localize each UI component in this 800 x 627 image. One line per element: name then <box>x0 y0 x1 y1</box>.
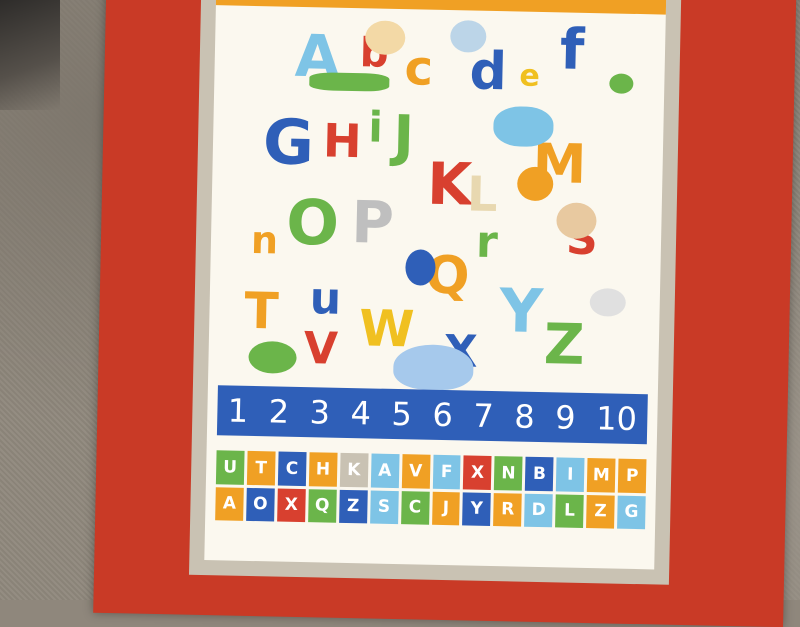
top-strip <box>215 0 667 15</box>
letter-tile: Y <box>462 491 492 527</box>
alphabet-letter: r <box>475 216 499 269</box>
alphabet-letter: Y <box>498 276 544 348</box>
letter-tile: F <box>432 454 461 489</box>
number-label: 1 <box>227 391 249 430</box>
zebra <box>589 288 627 317</box>
alphabet-letter: i <box>367 102 384 152</box>
letter-tile: C <box>277 451 307 486</box>
letter-tile: R <box>493 492 523 527</box>
alphabet-letter: G <box>262 105 315 180</box>
number-label: 2 <box>268 392 290 431</box>
alphabet-letter: e <box>519 58 541 94</box>
carpet-shadow <box>0 0 60 110</box>
alphabet-letter: W <box>358 299 415 359</box>
number-label: 9 <box>554 398 577 437</box>
letter-tile: V <box>401 454 431 489</box>
alphabet-letter: O <box>285 185 340 260</box>
letter-tile: X <box>276 488 306 523</box>
letter-tile: A <box>215 486 244 521</box>
letter-tile: J <box>431 491 461 526</box>
number-label: 3 <box>309 393 331 432</box>
alphabet-letter: n <box>250 217 279 263</box>
number-band: 1 2 3 4 5 6 7 8 9 10 <box>216 385 648 445</box>
letter-tile: P <box>617 458 647 493</box>
number-label: 6 <box>432 395 454 435</box>
letter-tile: B <box>525 456 554 491</box>
letter-tile: O <box>246 487 275 522</box>
quilt: AbcdefGHiJKLMnOPQrSTuVWXYZ 12345678910 U… <box>93 0 797 627</box>
cat-face <box>364 20 406 56</box>
letter-tile: A <box>370 453 400 488</box>
letter-tiles: UTCHKAVFXNBIMPAOXQZSCJYRDLZG <box>215 450 647 530</box>
letter-tile: L <box>555 493 584 528</box>
letter-tile: Z <box>338 489 368 524</box>
letter-tile: Q <box>307 488 337 523</box>
number-label: 10 <box>595 399 638 439</box>
letter-tile: G <box>617 495 646 530</box>
alphabet-letter: P <box>350 188 395 257</box>
number-label: 8 <box>513 397 536 436</box>
alphabet-letter: c <box>404 40 434 97</box>
alphabet-letter: d <box>468 41 508 103</box>
turtle <box>248 340 297 374</box>
frog <box>609 73 634 94</box>
quilt-panel-border: AbcdefGHiJKLMnOPQrSTuVWXYZ 12345678910 U… <box>188 0 682 585</box>
alphabet-letter: u <box>309 273 342 325</box>
alphabet-letter: H <box>322 113 363 169</box>
alphabet-letter: J <box>392 103 415 170</box>
letter-tile: H <box>308 452 338 487</box>
letter-tile: X <box>463 455 492 490</box>
crocodile <box>309 72 390 92</box>
letter-tile: M <box>586 458 616 493</box>
letter-tile: S <box>369 489 399 525</box>
alphabet-letter: T <box>243 281 280 341</box>
alphabet-letter: Z <box>543 312 586 378</box>
number-label: 7 <box>472 396 495 436</box>
whale <box>392 343 474 391</box>
number-label: 5 <box>391 394 413 434</box>
elephant <box>493 105 554 148</box>
letter-tile: D <box>524 493 553 528</box>
alphabet-letter: f <box>559 17 586 83</box>
number-label: 4 <box>350 394 372 433</box>
alphabet-letter: V <box>303 323 339 375</box>
lion <box>516 166 554 202</box>
letter-tile: N <box>494 456 523 491</box>
letter-tile: Z <box>586 494 615 529</box>
letter-tile: I <box>556 457 585 492</box>
alphabet-letter: L <box>466 166 499 224</box>
letter-tile: U <box>215 450 245 485</box>
alphabet-panel: AbcdefGHiJKLMnOPQrSTuVWXYZ 12345678910 U… <box>204 0 667 570</box>
letter-tile: K <box>339 452 369 487</box>
letter-tile: T <box>246 450 276 485</box>
letter-tile: C <box>400 490 430 525</box>
